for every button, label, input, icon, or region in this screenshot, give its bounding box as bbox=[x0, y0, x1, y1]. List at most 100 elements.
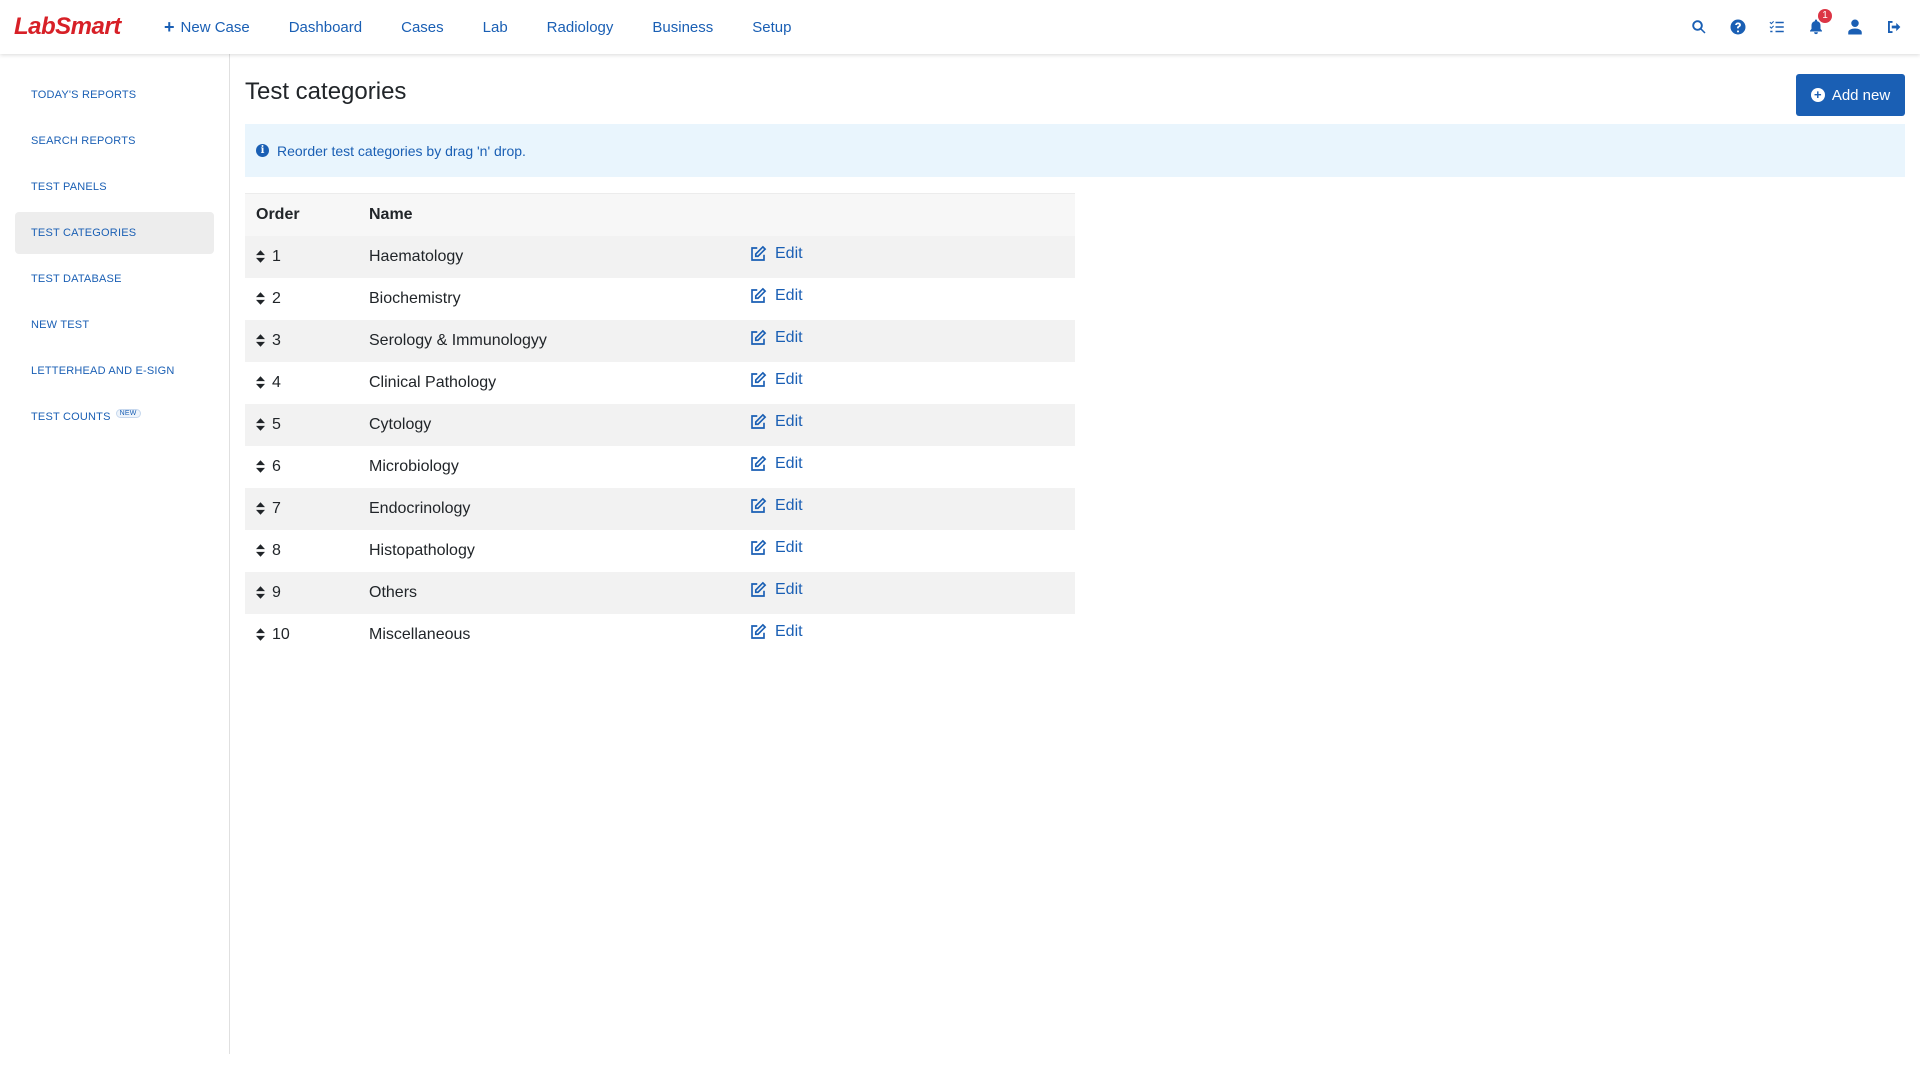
order-value: 4 bbox=[272, 373, 281, 391]
user-icon[interactable] bbox=[1845, 17, 1865, 37]
drag-handle-icon[interactable] bbox=[256, 585, 266, 599]
table-row[interactable]: 4 Clinical Pathology Edit bbox=[245, 361, 1075, 404]
name-cell: Clinical Pathology bbox=[358, 361, 738, 404]
sidebar-item-test-panels[interactable]: Test Panels bbox=[15, 166, 214, 208]
table-row[interactable]: 2 Biochemistry Edit bbox=[245, 277, 1075, 320]
add-new-button[interactable]: + Add new bbox=[1796, 74, 1905, 116]
test-categories-table: Order Name 1 Haematology Edit 2 Biochemistry… bbox=[245, 193, 1075, 656]
edit-icon bbox=[751, 329, 767, 345]
actions-cell: Edit bbox=[738, 319, 1075, 362]
sidebar-item-label: Test Categories bbox=[31, 227, 137, 239]
table-row[interactable]: 7 Endocrinology Edit bbox=[245, 487, 1075, 530]
sidebar-item-test-database[interactable]: Test Database bbox=[15, 258, 214, 300]
edit-link[interactable]: Edit bbox=[749, 413, 803, 431]
info-alert: i Reorder test categories by drag 'n' dr… bbox=[245, 124, 1905, 177]
labsmart-logo[interactable]: LabSmart bbox=[14, 12, 121, 42]
info-text: Reorder test categories by drag 'n' drop… bbox=[277, 142, 526, 159]
edit-icon bbox=[751, 623, 767, 639]
edit-icon bbox=[751, 581, 767, 597]
table-row[interactable]: 1 Haematology Edit bbox=[245, 235, 1075, 278]
nav-new-case-label: New Case bbox=[180, 18, 250, 36]
drag-handle-icon[interactable] bbox=[256, 627, 266, 641]
header-name: Name bbox=[358, 193, 738, 236]
sidebar-item-letterhead-esign[interactable]: Letterhead and E-sign bbox=[15, 350, 214, 392]
task-list-icon[interactable] bbox=[1767, 17, 1787, 37]
edit-label: Edit bbox=[775, 329, 803, 346]
name-cell: Serology & Immunologyy bbox=[358, 319, 738, 362]
edit-label: Edit bbox=[775, 245, 803, 262]
order-cell: 8 bbox=[245, 529, 358, 572]
nav-dashboard[interactable]: Dashboard bbox=[289, 19, 362, 36]
search-icon[interactable] bbox=[1689, 17, 1709, 37]
plus-circle-icon: + bbox=[1810, 88, 1825, 102]
edit-label: Edit bbox=[775, 413, 803, 430]
logout-icon[interactable] bbox=[1884, 17, 1904, 37]
sidebar-item-label: Letterhead and E-sign bbox=[31, 365, 175, 377]
order-cell: 1 bbox=[245, 235, 358, 278]
sidebar-item-label: New Test bbox=[31, 319, 90, 331]
order-value: 1 bbox=[272, 247, 281, 265]
edit-link[interactable]: Edit bbox=[749, 329, 803, 347]
order-value: 7 bbox=[272, 499, 281, 517]
edit-link[interactable]: Edit bbox=[749, 245, 803, 263]
order-cell: 9 bbox=[245, 571, 358, 614]
sidebar-item-label: Test Panels bbox=[31, 181, 107, 193]
edit-link[interactable]: Edit bbox=[749, 371, 803, 389]
order-value: 3 bbox=[272, 331, 281, 349]
edit-link[interactable]: Edit bbox=[749, 497, 803, 515]
order-cell: 10 bbox=[245, 613, 358, 656]
page-title: Test categories bbox=[245, 78, 407, 105]
edit-link[interactable]: Edit bbox=[749, 539, 803, 557]
order-cell: 4 bbox=[245, 361, 358, 404]
bell-icon[interactable]: 1 bbox=[1806, 9, 1832, 37]
sidebar-item-test-counts[interactable]: Test Counts NEW bbox=[15, 396, 214, 438]
table-row[interactable]: 3 Serology & Immunologyy Edit bbox=[245, 319, 1075, 362]
edit-link[interactable]: Edit bbox=[749, 623, 803, 641]
main-nav: + New Case Dashboard Cases Lab Radiology… bbox=[164, 0, 830, 54]
drag-handle-icon[interactable] bbox=[256, 501, 266, 515]
drag-handle-icon[interactable] bbox=[256, 333, 266, 347]
sidebar-item-test-categories[interactable]: Test Categories bbox=[15, 212, 214, 254]
nav-setup[interactable]: Setup bbox=[752, 19, 791, 36]
sidebar-item-search-reports[interactable]: Search Reports bbox=[15, 120, 214, 162]
sidebar-item-new-test[interactable]: New Test bbox=[15, 304, 214, 346]
nav-radiology[interactable]: Radiology bbox=[547, 19, 614, 36]
help-icon[interactable] bbox=[1728, 17, 1748, 37]
order-cell: 7 bbox=[245, 487, 358, 530]
table-row[interactable]: 10 Miscellaneous Edit bbox=[245, 613, 1075, 656]
drag-handle-icon[interactable] bbox=[256, 459, 266, 473]
drag-handle-icon[interactable] bbox=[256, 291, 266, 305]
nav-new-case[interactable]: + New Case bbox=[164, 18, 250, 36]
edit-label: Edit bbox=[775, 287, 803, 304]
edit-icon bbox=[751, 245, 767, 261]
sidebar-item-todays-reports[interactable]: Today's Reports bbox=[15, 74, 214, 116]
sidebar-item-label: Test Database bbox=[31, 273, 122, 285]
nav-lab[interactable]: Lab bbox=[483, 19, 508, 36]
drag-handle-icon[interactable] bbox=[256, 417, 266, 431]
table-row[interactable]: 8 Histopathology Edit bbox=[245, 529, 1075, 572]
table-row[interactable]: 5 Cytology Edit bbox=[245, 403, 1075, 446]
edit-link[interactable]: Edit bbox=[749, 581, 803, 599]
nav-business[interactable]: Business bbox=[652, 19, 713, 36]
nav-cases[interactable]: Cases bbox=[401, 19, 444, 36]
drag-handle-icon[interactable] bbox=[256, 249, 266, 263]
name-cell: Histopathology bbox=[358, 529, 738, 572]
order-cell: 6 bbox=[245, 445, 358, 488]
add-new-label: Add new bbox=[1831, 86, 1891, 104]
edit-label: Edit bbox=[775, 455, 803, 472]
table-row[interactable]: 6 Microbiology Edit bbox=[245, 445, 1075, 488]
drag-handle-icon[interactable] bbox=[256, 375, 266, 389]
header-icons: 1 bbox=[1670, 0, 1904, 54]
edit-link[interactable]: Edit bbox=[749, 287, 803, 305]
actions-cell: Edit bbox=[738, 403, 1075, 446]
order-cell: 5 bbox=[245, 403, 358, 446]
table-row[interactable]: 9 Others Edit bbox=[245, 571, 1075, 614]
edit-icon bbox=[751, 455, 767, 471]
edit-label: Edit bbox=[775, 539, 803, 556]
edit-link[interactable]: Edit bbox=[749, 455, 803, 473]
table-body: 1 Haematology Edit 2 Biochemistry Edit 3 Serolo… bbox=[245, 235, 1075, 656]
sidebar-item-label: Search Reports bbox=[31, 135, 136, 147]
drag-handle-icon[interactable] bbox=[256, 543, 266, 557]
name-cell: Biochemistry bbox=[358, 277, 738, 320]
name-cell: Miscellaneous bbox=[358, 613, 738, 656]
